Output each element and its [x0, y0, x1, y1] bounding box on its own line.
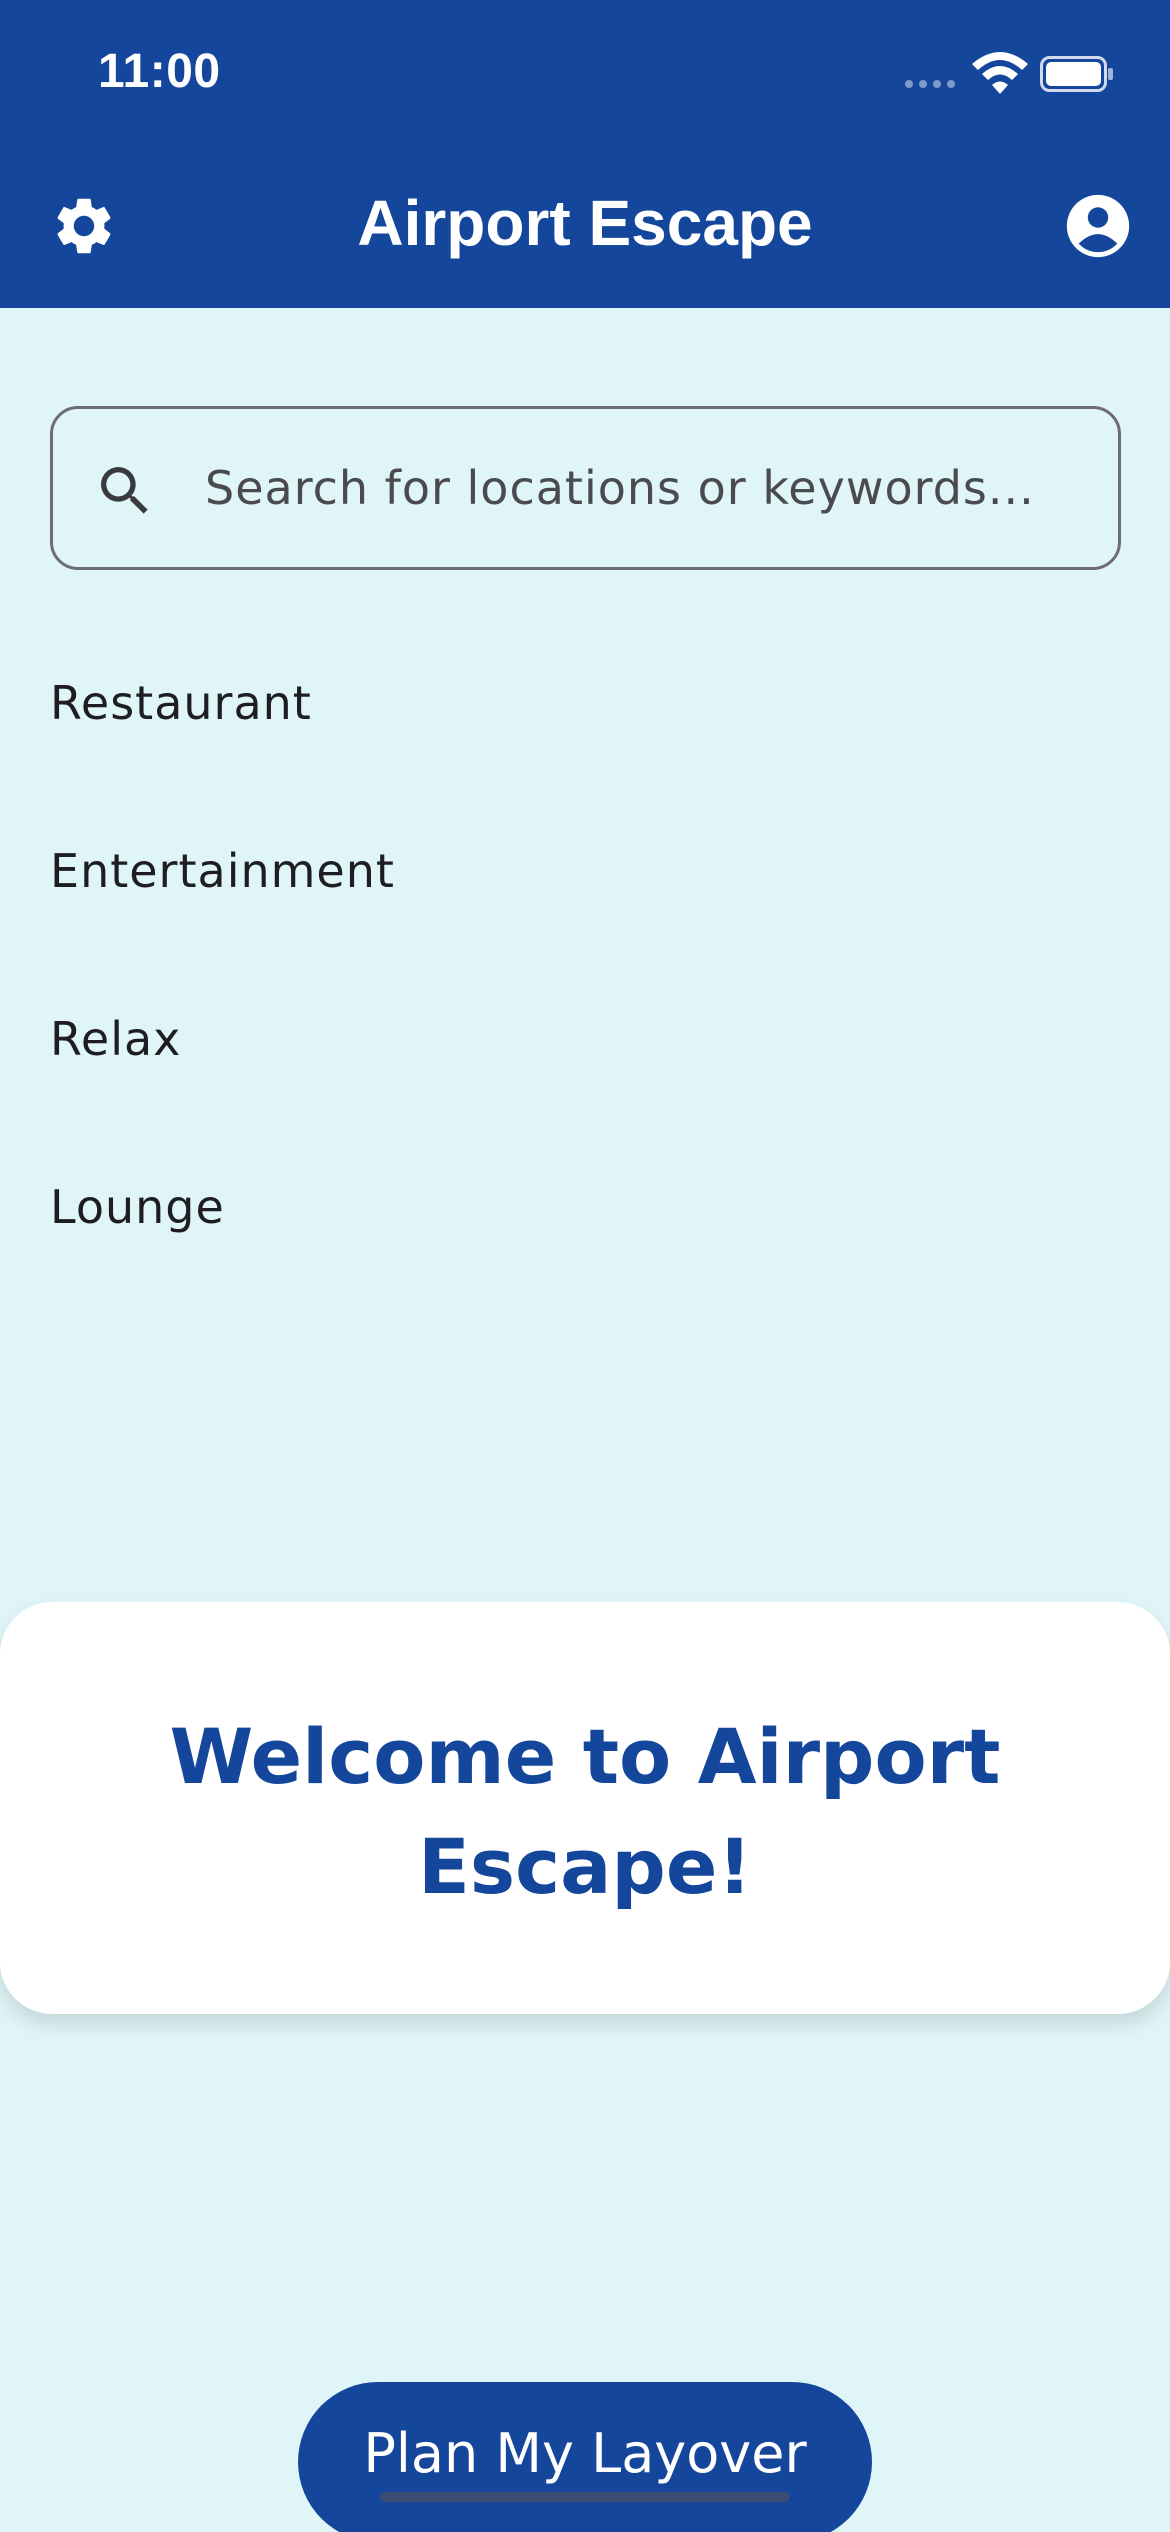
app-header: 11:00 Airport Escape: [0, 0, 1170, 308]
search-input[interactable]: [205, 409, 1085, 567]
category-lounge[interactable]: Lounge: [50, 1180, 225, 1234]
battery-icon: [1040, 56, 1113, 92]
category-restaurant[interactable]: Restaurant: [50, 676, 312, 730]
status-time: 11:00: [98, 45, 221, 98]
screen: 11:00 Airport Escape Restaur: [0, 0, 1170, 2532]
page-title: Airport Escape: [357, 187, 813, 259]
cellular-signal-icon: [905, 80, 955, 88]
search-icon: [101, 467, 148, 514]
account-icon[interactable]: [1064, 192, 1132, 260]
home-indicator: [380, 2492, 790, 2502]
wifi-icon: [972, 52, 1028, 94]
plan-layover-label: Plan My Layover: [363, 2422, 807, 2485]
search-box[interactable]: [50, 406, 1121, 570]
welcome-title: Welcome to Airport Escape!: [169, 1712, 1001, 1911]
category-entertainment[interactable]: Entertainment: [50, 844, 395, 898]
category-relax[interactable]: Relax: [50, 1012, 181, 1066]
welcome-card: Welcome to Airport Escape!: [0, 1602, 1170, 2014]
plan-layover-button[interactable]: Plan My Layover: [298, 2382, 872, 2532]
